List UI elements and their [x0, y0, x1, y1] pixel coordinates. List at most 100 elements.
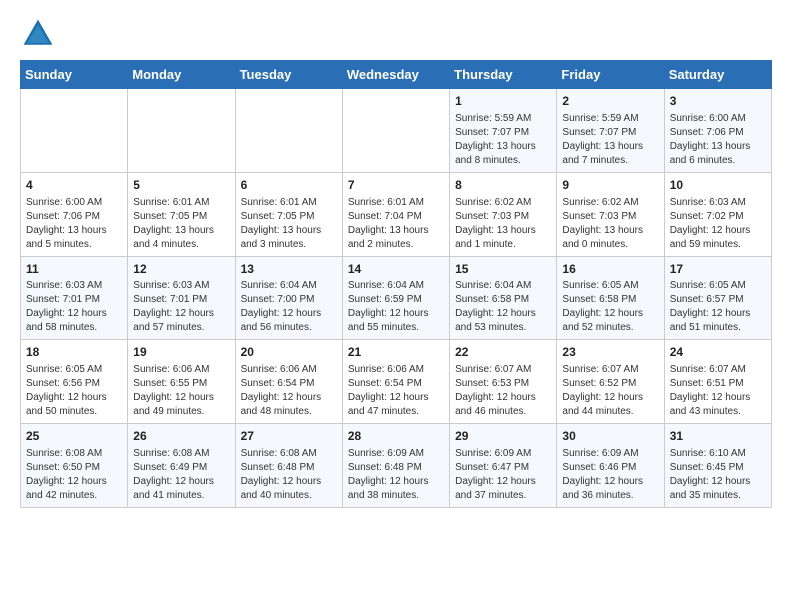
- day-info: Daylight: 12 hours and 38 minutes.: [348, 475, 444, 503]
- day-info: Sunset: 6:58 PM: [455, 293, 551, 307]
- day-info: Daylight: 12 hours and 40 minutes.: [241, 475, 337, 503]
- calendar-cell: 12Sunrise: 6:03 AMSunset: 7:01 PMDayligh…: [128, 256, 235, 340]
- day-number: 30: [562, 428, 658, 445]
- col-header-wednesday: Wednesday: [342, 61, 449, 89]
- day-number: 10: [670, 177, 766, 194]
- day-info: Sunset: 6:56 PM: [26, 377, 122, 391]
- day-number: 11: [26, 261, 122, 278]
- calendar-cell: 15Sunrise: 6:04 AMSunset: 6:58 PMDayligh…: [450, 256, 557, 340]
- col-header-sunday: Sunday: [21, 61, 128, 89]
- day-info: Sunrise: 6:03 AM: [670, 196, 766, 210]
- day-info: Sunrise: 6:00 AM: [26, 196, 122, 210]
- calendar-cell: 29Sunrise: 6:09 AMSunset: 6:47 PMDayligh…: [450, 424, 557, 508]
- calendar-cell: 4Sunrise: 6:00 AMSunset: 7:06 PMDaylight…: [21, 172, 128, 256]
- day-info: Sunset: 6:55 PM: [133, 377, 229, 391]
- day-info: Sunrise: 6:07 AM: [670, 363, 766, 377]
- day-info: Daylight: 12 hours and 50 minutes.: [26, 391, 122, 419]
- week-row-5: 25Sunrise: 6:08 AMSunset: 6:50 PMDayligh…: [21, 424, 772, 508]
- col-header-monday: Monday: [128, 61, 235, 89]
- calendar-cell: 24Sunrise: 6:07 AMSunset: 6:51 PMDayligh…: [664, 340, 771, 424]
- day-info: Daylight: 12 hours and 47 minutes.: [348, 391, 444, 419]
- calendar-cell: 28Sunrise: 6:09 AMSunset: 6:48 PMDayligh…: [342, 424, 449, 508]
- calendar-cell: 31Sunrise: 6:10 AMSunset: 6:45 PMDayligh…: [664, 424, 771, 508]
- day-info: Daylight: 12 hours and 36 minutes.: [562, 475, 658, 503]
- day-info: Sunrise: 6:06 AM: [241, 363, 337, 377]
- day-number: 8: [455, 177, 551, 194]
- day-number: 5: [133, 177, 229, 194]
- day-info: Sunset: 6:48 PM: [241, 461, 337, 475]
- day-info: Sunset: 6:53 PM: [455, 377, 551, 391]
- day-info: Daylight: 12 hours and 35 minutes.: [670, 475, 766, 503]
- week-row-3: 11Sunrise: 6:03 AMSunset: 7:01 PMDayligh…: [21, 256, 772, 340]
- col-header-thursday: Thursday: [450, 61, 557, 89]
- day-info: Daylight: 13 hours and 5 minutes.: [26, 224, 122, 252]
- calendar-cell: 7Sunrise: 6:01 AMSunset: 7:04 PMDaylight…: [342, 172, 449, 256]
- day-info: Sunrise: 6:04 AM: [348, 279, 444, 293]
- day-info: Daylight: 13 hours and 8 minutes.: [455, 140, 551, 168]
- day-info: Daylight: 12 hours and 57 minutes.: [133, 307, 229, 335]
- col-header-friday: Friday: [557, 61, 664, 89]
- day-info: Daylight: 13 hours and 7 minutes.: [562, 140, 658, 168]
- day-info: Sunset: 7:07 PM: [455, 126, 551, 140]
- day-info: Sunrise: 6:07 AM: [562, 363, 658, 377]
- day-info: Sunrise: 6:03 AM: [26, 279, 122, 293]
- col-header-tuesday: Tuesday: [235, 61, 342, 89]
- day-info: Daylight: 12 hours and 48 minutes.: [241, 391, 337, 419]
- week-row-4: 18Sunrise: 6:05 AMSunset: 6:56 PMDayligh…: [21, 340, 772, 424]
- day-number: 14: [348, 261, 444, 278]
- calendar-cell: 17Sunrise: 6:05 AMSunset: 6:57 PMDayligh…: [664, 256, 771, 340]
- calendar-cell: 16Sunrise: 6:05 AMSunset: 6:58 PMDayligh…: [557, 256, 664, 340]
- day-info: Sunset: 7:06 PM: [670, 126, 766, 140]
- day-info: Sunrise: 6:01 AM: [348, 196, 444, 210]
- day-number: 16: [562, 261, 658, 278]
- calendar-cell: [128, 89, 235, 173]
- calendar-cell: 5Sunrise: 6:01 AMSunset: 7:05 PMDaylight…: [128, 172, 235, 256]
- day-number: 27: [241, 428, 337, 445]
- calendar-cell: 23Sunrise: 6:07 AMSunset: 6:52 PMDayligh…: [557, 340, 664, 424]
- day-info: Sunrise: 6:05 AM: [562, 279, 658, 293]
- day-info: Sunset: 7:03 PM: [562, 210, 658, 224]
- calendar-cell: 27Sunrise: 6:08 AMSunset: 6:48 PMDayligh…: [235, 424, 342, 508]
- calendar-cell: 20Sunrise: 6:06 AMSunset: 6:54 PMDayligh…: [235, 340, 342, 424]
- day-number: 31: [670, 428, 766, 445]
- day-number: 20: [241, 344, 337, 361]
- day-info: Daylight: 12 hours and 44 minutes.: [562, 391, 658, 419]
- day-info: Daylight: 12 hours and 37 minutes.: [455, 475, 551, 503]
- day-number: 22: [455, 344, 551, 361]
- day-info: Daylight: 13 hours and 3 minutes.: [241, 224, 337, 252]
- day-info: Daylight: 13 hours and 4 minutes.: [133, 224, 229, 252]
- calendar-cell: 1Sunrise: 5:59 AMSunset: 7:07 PMDaylight…: [450, 89, 557, 173]
- calendar-cell: 14Sunrise: 6:04 AMSunset: 6:59 PMDayligh…: [342, 256, 449, 340]
- day-info: Daylight: 12 hours and 59 minutes.: [670, 224, 766, 252]
- day-number: 7: [348, 177, 444, 194]
- day-number: 15: [455, 261, 551, 278]
- calendar-cell: 11Sunrise: 6:03 AMSunset: 7:01 PMDayligh…: [21, 256, 128, 340]
- day-info: Sunset: 6:54 PM: [348, 377, 444, 391]
- day-info: Sunset: 7:07 PM: [562, 126, 658, 140]
- day-number: 9: [562, 177, 658, 194]
- day-number: 6: [241, 177, 337, 194]
- day-info: Sunrise: 6:05 AM: [670, 279, 766, 293]
- day-info: Sunset: 6:49 PM: [133, 461, 229, 475]
- day-number: 19: [133, 344, 229, 361]
- day-info: Sunset: 7:06 PM: [26, 210, 122, 224]
- day-info: Sunrise: 6:06 AM: [133, 363, 229, 377]
- day-number: 24: [670, 344, 766, 361]
- day-info: Sunrise: 6:08 AM: [133, 447, 229, 461]
- day-info: Sunrise: 6:09 AM: [348, 447, 444, 461]
- calendar-cell: 2Sunrise: 5:59 AMSunset: 7:07 PMDaylight…: [557, 89, 664, 173]
- calendar-cell: 13Sunrise: 6:04 AMSunset: 7:00 PMDayligh…: [235, 256, 342, 340]
- calendar-cell: 3Sunrise: 6:00 AMSunset: 7:06 PMDaylight…: [664, 89, 771, 173]
- day-number: 12: [133, 261, 229, 278]
- day-info: Sunset: 7:05 PM: [133, 210, 229, 224]
- day-number: 21: [348, 344, 444, 361]
- day-number: 2: [562, 93, 658, 110]
- day-number: 13: [241, 261, 337, 278]
- day-info: Sunrise: 6:04 AM: [455, 279, 551, 293]
- page-header: [20, 16, 772, 52]
- day-number: 3: [670, 93, 766, 110]
- day-info: Sunrise: 6:02 AM: [562, 196, 658, 210]
- day-info: Sunset: 6:48 PM: [348, 461, 444, 475]
- week-row-2: 4Sunrise: 6:00 AMSunset: 7:06 PMDaylight…: [21, 172, 772, 256]
- day-info: Sunset: 6:51 PM: [670, 377, 766, 391]
